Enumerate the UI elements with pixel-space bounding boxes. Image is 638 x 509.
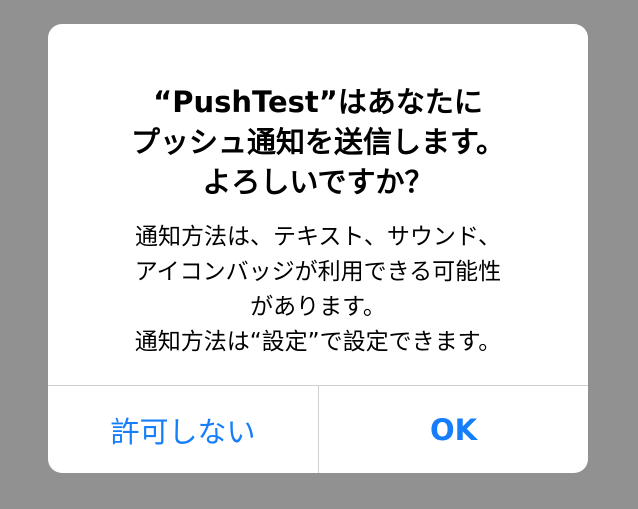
push-permission-alert: “PushTest”はあなたに プッシュ通知を送信します。 よろしいですか？ 通… bbox=[48, 24, 588, 473]
alert-message-line-4: 通知方法は“設定”で設定できます。 bbox=[134, 329, 502, 355]
alert-message: 通知方法は、テキスト、サウンド、 アイコンバッジが利用できる可能性 があります。… bbox=[48, 220, 588, 360]
ok-button[interactable]: OK bbox=[319, 386, 588, 473]
deny-button[interactable]: 許可しない bbox=[48, 386, 318, 473]
alert-title: “PushTest”はあなたに プッシュ通知を送信します。 よろしいですか？ bbox=[48, 82, 588, 202]
alert-message-line-1: 通知方法は、テキスト、サウンド、 bbox=[135, 224, 501, 250]
alert-title-line-1: “PushTest”はあなたに bbox=[153, 85, 483, 119]
alert-title-line-2: プッシュ通知を送信します。 bbox=[130, 125, 506, 159]
alert-message-line-2: アイコンバッジが利用できる可能性 bbox=[134, 259, 502, 285]
alert-message-line-3: があります。 bbox=[250, 294, 386, 320]
alert-title-line-3: よろしいですか？ bbox=[202, 165, 434, 199]
